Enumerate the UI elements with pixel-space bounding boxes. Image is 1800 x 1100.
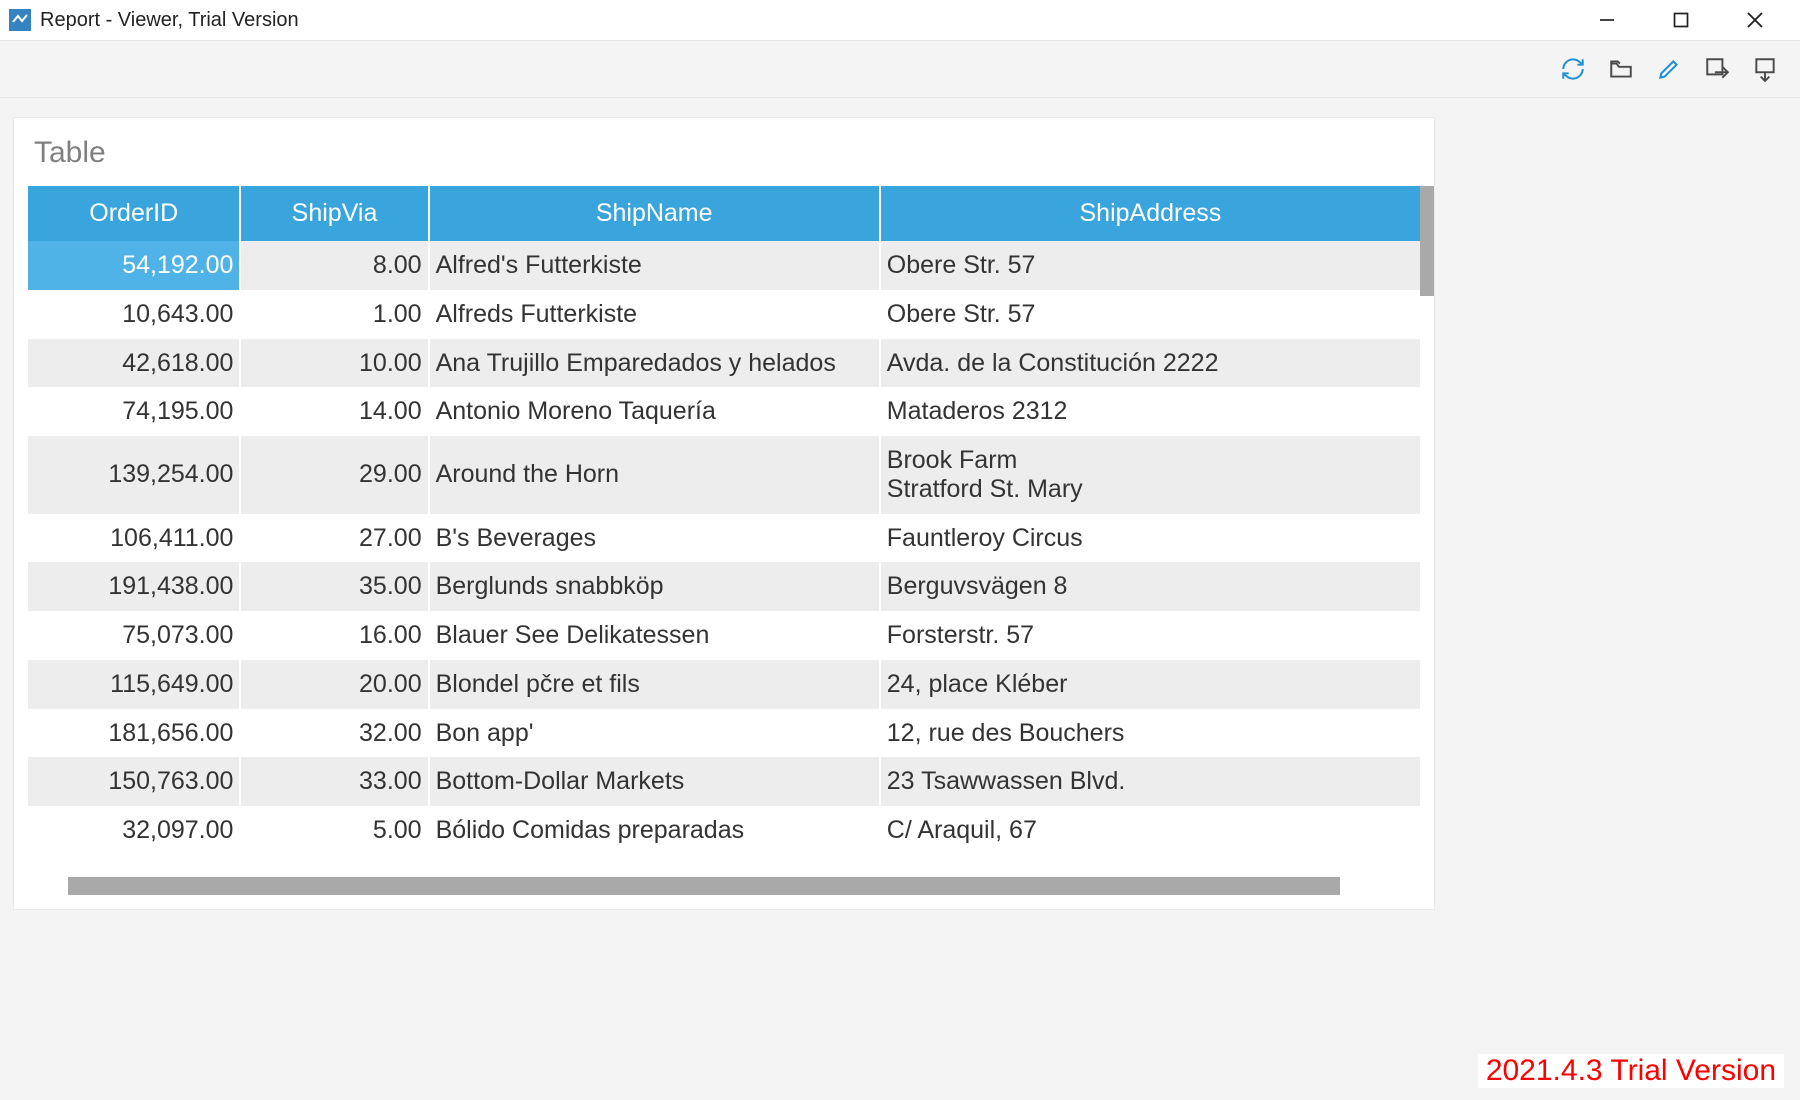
cell-shipaddress[interactable]: Obere Str. 57 <box>880 290 1420 339</box>
cell-shipaddress[interactable]: Berguvsvägen 8 <box>880 562 1420 611</box>
cell-shipvia[interactable]: 29.00 <box>240 436 428 514</box>
table-row[interactable]: 10,643.001.00Alfreds FutterkisteObere St… <box>28 290 1420 339</box>
print-icon[interactable] <box>1744 49 1786 89</box>
cell-orderid[interactable]: 181,656.00 <box>28 709 240 758</box>
report-page: Table OrderID ShipVia ShipName ShipAddre… <box>14 118 1434 909</box>
cell-shipname[interactable]: Bon app' <box>429 709 880 758</box>
cell-shipaddress[interactable]: Avda. de la Constitución 2222 <box>880 339 1420 388</box>
report-table-wrap: OrderID ShipVia ShipName ShipAddress 54,… <box>28 186 1420 869</box>
cell-partial <box>240 855 428 869</box>
col-header-orderid[interactable]: OrderID <box>28 186 240 241</box>
horizontal-scrollbar-thumb[interactable] <box>68 877 1340 895</box>
table-row[interactable]: 75,073.0016.00Blauer See DelikatessenFor… <box>28 611 1420 660</box>
table-row[interactable]: 115,649.0020.00Blondel pčre et fils24, p… <box>28 660 1420 709</box>
cell-shipvia[interactable]: 20.00 <box>240 660 428 709</box>
table-row[interactable]: 181,656.0032.00Bon app'12, rue des Bouch… <box>28 709 1420 758</box>
export-icon[interactable] <box>1696 49 1738 89</box>
cell-shipaddress[interactable]: Brook Farm Stratford St. Mary <box>880 436 1420 514</box>
cell-orderid[interactable]: 191,438.00 <box>28 562 240 611</box>
close-button[interactable] <box>1732 4 1778 36</box>
cell-shipvia[interactable]: 35.00 <box>240 562 428 611</box>
minimize-button[interactable] <box>1584 4 1630 36</box>
cell-shipname[interactable]: Antonio Moreno Taquería <box>429 387 880 436</box>
cell-orderid[interactable]: 74,195.00 <box>28 387 240 436</box>
cell-shipname[interactable]: Ana Trujillo Emparedados y helados <box>429 339 880 388</box>
horizontal-scrollbar[interactable] <box>28 877 1420 895</box>
titlebar-left: Report - Viewer, Trial Version <box>8 8 299 32</box>
cell-orderid[interactable]: 10,643.00 <box>28 290 240 339</box>
report-title: Table <box>34 136 1420 170</box>
titlebar: Report - Viewer, Trial Version <box>0 0 1800 40</box>
table-row-partial <box>28 855 1420 869</box>
cell-shipvia[interactable]: 33.00 <box>240 757 428 806</box>
col-header-shipaddress[interactable]: ShipAddress <box>880 186 1420 241</box>
cell-shipname[interactable]: Blondel pčre et fils <box>429 660 880 709</box>
table-row[interactable]: 191,438.0035.00Berglunds snabbköpBerguvs… <box>28 562 1420 611</box>
cell-partial <box>429 855 880 869</box>
cell-orderid[interactable]: 106,411.00 <box>28 514 240 563</box>
cell-shipaddress[interactable]: 12, rue des Bouchers <box>880 709 1420 758</box>
report-table[interactable]: OrderID ShipVia ShipName ShipAddress 54,… <box>28 186 1420 869</box>
workspace: Table OrderID ShipVia ShipName ShipAddre… <box>0 98 1800 1100</box>
cell-shipname[interactable]: Blauer See Delikatessen <box>429 611 880 660</box>
cell-shipname[interactable]: Berglunds snabbköp <box>429 562 880 611</box>
table-header-row[interactable]: OrderID ShipVia ShipName ShipAddress <box>28 186 1420 241</box>
cell-orderid[interactable]: 32,097.00 <box>28 806 240 855</box>
cell-shipname[interactable]: Around the Horn <box>429 436 880 514</box>
cell-partial <box>28 855 240 869</box>
cell-shipname[interactable]: B's Beverages <box>429 514 880 563</box>
cell-shipvia[interactable]: 14.00 <box>240 387 428 436</box>
col-header-shipname[interactable]: ShipName <box>429 186 880 241</box>
cell-shipaddress[interactable]: Fauntleroy Circus <box>880 514 1420 563</box>
open-folder-icon[interactable] <box>1600 49 1642 89</box>
table-row[interactable]: 54,192.008.00Alfred's FutterkisteObere S… <box>28 241 1420 290</box>
cell-orderid[interactable]: 150,763.00 <box>28 757 240 806</box>
cell-shipaddress[interactable]: 23 Tsawwassen Blvd. <box>880 757 1420 806</box>
table-row[interactable]: 150,763.0033.00Bottom-Dollar Markets23 T… <box>28 757 1420 806</box>
vertical-scrollbar-thumb[interactable] <box>1420 186 1434 296</box>
cell-orderid[interactable]: 115,649.00 <box>28 660 240 709</box>
cell-shipvia[interactable]: 32.00 <box>240 709 428 758</box>
window-title: Report - Viewer, Trial Version <box>40 9 299 32</box>
table-row[interactable]: 32,097.005.00Bólido Comidas preparadasC/… <box>28 806 1420 855</box>
cell-shipname[interactable]: Bottom-Dollar Markets <box>429 757 880 806</box>
edit-pencil-icon[interactable] <box>1648 49 1690 89</box>
cell-orderid[interactable]: 54,192.00 <box>28 241 240 290</box>
cell-shipvia[interactable]: 16.00 <box>240 611 428 660</box>
cell-orderid[interactable]: 42,618.00 <box>28 339 240 388</box>
cell-shipaddress[interactable]: Obere Str. 57 <box>880 241 1420 290</box>
maximize-button[interactable] <box>1658 4 1704 36</box>
cell-orderid[interactable]: 139,254.00 <box>28 436 240 514</box>
table-row[interactable]: 42,618.0010.00Ana Trujillo Emparedados y… <box>28 339 1420 388</box>
cell-shipname[interactable]: Bólido Comidas preparadas <box>429 806 880 855</box>
col-header-shipvia[interactable]: ShipVia <box>240 186 428 241</box>
vertical-scrollbar[interactable] <box>1420 186 1434 869</box>
cell-shipname[interactable]: Alfred's Futterkiste <box>429 241 880 290</box>
table-row[interactable]: 139,254.0029.00Around the HornBrook Farm… <box>28 436 1420 514</box>
window-controls <box>1584 4 1796 36</box>
cell-shipvia[interactable]: 10.00 <box>240 339 428 388</box>
cell-orderid[interactable]: 75,073.00 <box>28 611 240 660</box>
table-row[interactable]: 74,195.0014.00Antonio Moreno TaqueríaMat… <box>28 387 1420 436</box>
cell-shipaddress[interactable]: 24, place Kléber <box>880 660 1420 709</box>
cell-shipaddress[interactable]: Mataderos 2312 <box>880 387 1420 436</box>
cell-shipvia[interactable]: 8.00 <box>240 241 428 290</box>
cell-shipvia[interactable]: 27.00 <box>240 514 428 563</box>
cell-shipvia[interactable]: 1.00 <box>240 290 428 339</box>
app-icon <box>8 8 32 32</box>
toolbar <box>0 40 1800 98</box>
cell-partial <box>880 855 1420 869</box>
cell-shipaddress[interactable]: C/ Araquil, 67 <box>880 806 1420 855</box>
trial-version-label: 2021.4.3 Trial Version <box>1478 1054 1784 1088</box>
cell-shipname[interactable]: Alfreds Futterkiste <box>429 290 880 339</box>
cell-shipvia[interactable]: 5.00 <box>240 806 428 855</box>
cell-shipaddress[interactable]: Forsterstr. 57 <box>880 611 1420 660</box>
table-row[interactable]: 106,411.0027.00B's BeveragesFauntleroy C… <box>28 514 1420 563</box>
refresh-icon[interactable] <box>1552 49 1594 89</box>
